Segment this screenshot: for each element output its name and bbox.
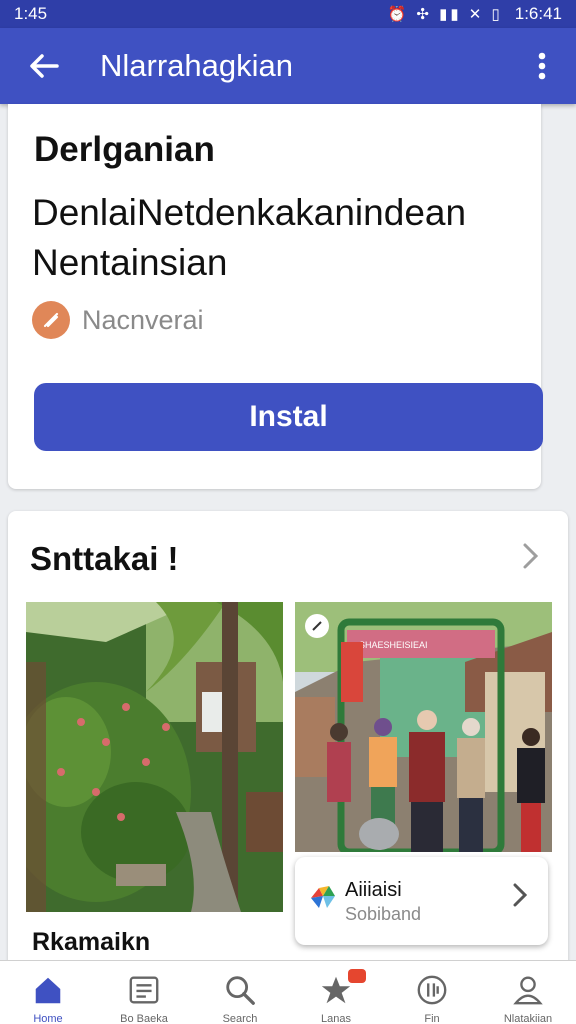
list-icon bbox=[129, 976, 159, 1004]
bottom-nav: Home Bo Baeka Search Lanas Fin Nlatakiia… bbox=[0, 960, 576, 1024]
app-heading: Derlganian bbox=[34, 130, 215, 169]
install-button[interactable]: Instal bbox=[34, 383, 543, 451]
home-icon bbox=[35, 977, 61, 1004]
screenshot-label: Rkamaikn bbox=[32, 928, 151, 956]
nav-label-clock: Fin bbox=[424, 1013, 440, 1024]
nav-label-home: Home bbox=[33, 1013, 63, 1024]
nav-item-profile[interactable]: Nlatakiian bbox=[480, 961, 576, 1024]
app-logo-icon bbox=[311, 886, 335, 908]
developer-row[interactable]: Nacnverai bbox=[32, 301, 204, 339]
app-bar: Nlarrahagkian bbox=[0, 28, 576, 104]
status-time-left: 1:45 bbox=[14, 4, 48, 23]
overlay-app-card[interactable]: Aiiiaisi Sobiband bbox=[295, 857, 548, 945]
status-time-right: 1:6:41 bbox=[514, 4, 562, 23]
nav-item-starred[interactable]: Lanas bbox=[288, 961, 384, 1024]
developer-name: Nacnverai bbox=[82, 304, 204, 335]
nav-item-list[interactable]: Bo Baeka bbox=[96, 961, 192, 1024]
overlay-subtitle: Sobiband bbox=[345, 904, 422, 924]
village-image: SHAESHEISIEAI bbox=[295, 602, 552, 852]
app-description: DenlaiNetdenkakanindean Nentainsian bbox=[32, 192, 467, 283]
status-bar: 1:45 ⏰ ✣ ▮▮ ✕ ▯ 1:6:41 bbox=[0, 0, 576, 28]
person-icon bbox=[513, 976, 543, 1005]
screenshot-village[interactable]: SHAESHEISIEAI bbox=[295, 602, 552, 852]
app-info-card: Derlganian DenlaiNetdenkakanindean Nenta… bbox=[8, 104, 543, 489]
nav-item-home[interactable]: Home bbox=[0, 961, 96, 1024]
nav-label-profile: Nlatakiian bbox=[503, 1013, 553, 1024]
garden-image bbox=[26, 602, 283, 912]
nav-item-search[interactable]: Search bbox=[192, 961, 288, 1024]
status-right: ⏰ ✣ ▮▮ ✕ ▯ 1:6:41 bbox=[387, 4, 562, 24]
phone-banner-text: SHAESHEISIEAI bbox=[359, 640, 428, 650]
nav-item-clock[interactable]: Fin bbox=[384, 961, 480, 1024]
overlay-title: Aiiiaisi bbox=[345, 879, 402, 901]
clock-icon bbox=[417, 975, 447, 1005]
screenshot-garden[interactable] bbox=[26, 602, 283, 912]
status-icons: ⏰ ✣ ▮▮ ✕ ▯ bbox=[387, 6, 503, 23]
back-arrow-icon[interactable] bbox=[0, 28, 90, 104]
notification-badge bbox=[348, 969, 366, 983]
nav-label-starred: Lanas bbox=[321, 1013, 351, 1024]
nav-label-search: Search bbox=[222, 1013, 258, 1024]
screenshots-title: Snttakai ! bbox=[30, 540, 179, 577]
search-icon bbox=[226, 976, 255, 1005]
chevron-right-icon[interactable] bbox=[520, 541, 540, 580]
chevron-right-icon[interactable] bbox=[511, 881, 529, 917]
more-options-icon[interactable] bbox=[508, 28, 576, 104]
nav-label-list: Bo Baeka bbox=[120, 1013, 168, 1024]
app-bar-title: Nlarrahagkian bbox=[100, 48, 293, 83]
developer-avatar-icon bbox=[32, 301, 70, 339]
